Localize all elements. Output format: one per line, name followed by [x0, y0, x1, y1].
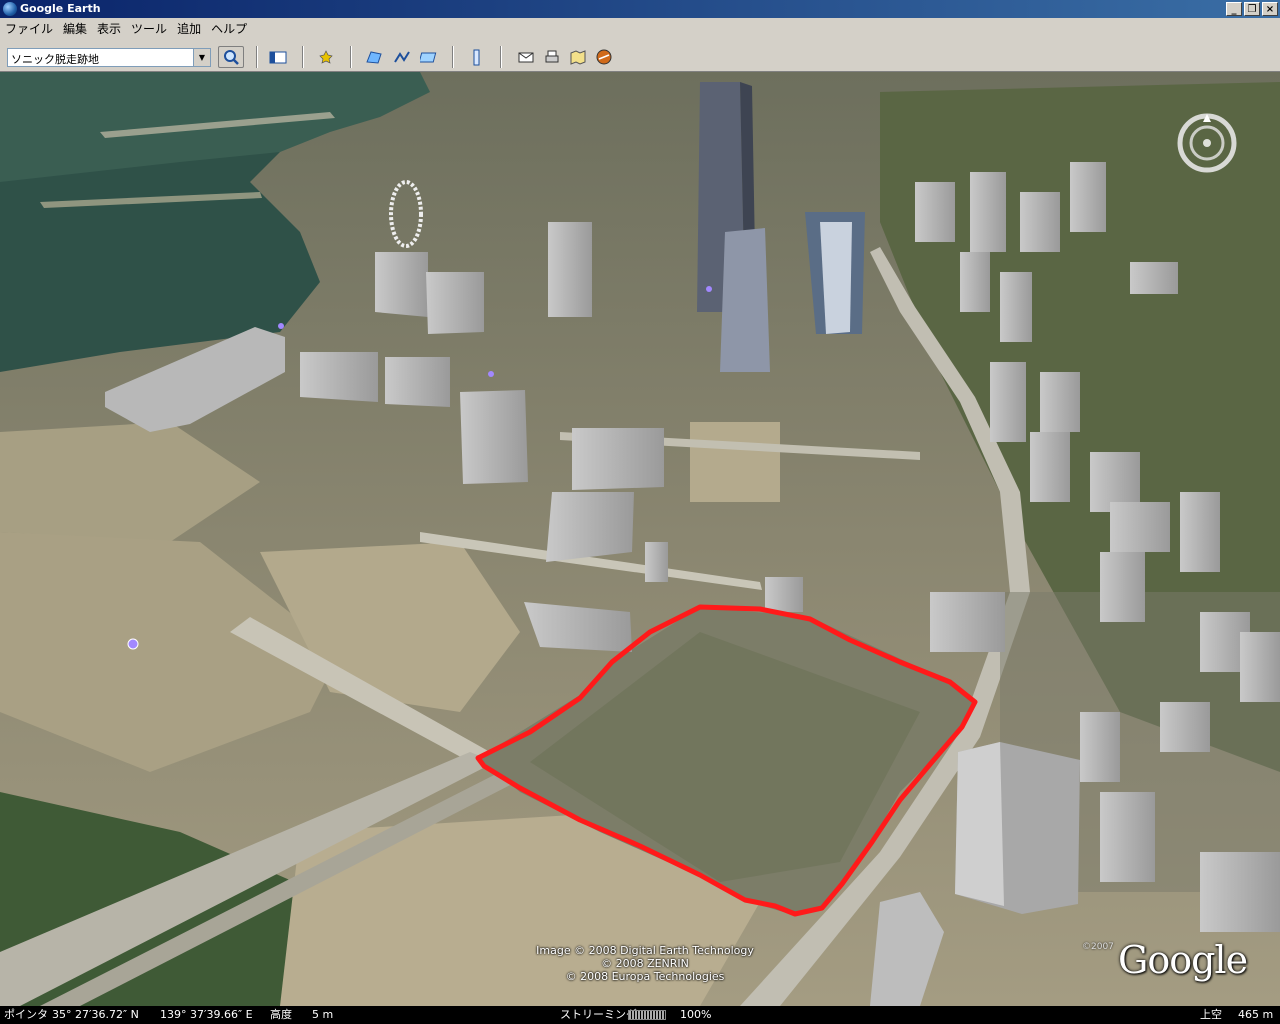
sidebar-toggle-button[interactable] [268, 48, 288, 66]
menu-file[interactable]: ファイル [0, 18, 58, 40]
ruler-icon [473, 49, 480, 66]
google-logo: Google [1118, 938, 1248, 982]
search-dropdown-button[interactable]: ▼ [193, 49, 210, 66]
ruler-button[interactable] [466, 48, 486, 66]
elevation-label: 高度 [270, 1008, 292, 1021]
streaming-progress-bar [628, 1010, 666, 1020]
menu-view[interactable]: 表示 [92, 18, 126, 40]
search-button[interactable] [218, 46, 244, 68]
copyright-year: ©2007 [1082, 942, 1114, 952]
image-overlay-icon [418, 52, 437, 63]
menu-add[interactable]: 追加 [172, 18, 206, 40]
pointer-latitude: 35° 27′36.72″ N [52, 1008, 139, 1021]
sidebar-icon [269, 51, 287, 64]
search-icon [224, 50, 239, 65]
toolbar: ソニック脱走跡地 ▼ [0, 40, 1280, 72]
google-maps-button[interactable] [568, 48, 588, 66]
imagery-attribution: Image © 2008 Digital Earth Technology © … [530, 944, 760, 983]
menu-help[interactable]: ヘルプ [206, 18, 252, 40]
email-icon [518, 52, 534, 63]
status-bar: ポインタ 35° 27′36.72″ N 139° 37′39.66″ E 高度… [0, 1006, 1280, 1024]
menu-tools[interactable]: ツール [126, 18, 172, 40]
eye-altitude-value: 465 m [1238, 1008, 1274, 1021]
menu-edit[interactable]: 編集 [58, 18, 92, 40]
path-icon [394, 51, 410, 63]
print-icon [545, 50, 559, 63]
pointer-longitude: 139° 37′39.66″ E [160, 1008, 253, 1021]
map-icon [570, 50, 586, 65]
toolbar-separator [256, 46, 258, 68]
pointer-label: ポインタ [4, 1008, 48, 1021]
email-button[interactable] [516, 48, 536, 66]
satellite-scene [0, 72, 1280, 1006]
sky-icon [596, 49, 612, 65]
add-placemark-button[interactable] [316, 48, 336, 66]
window-title: Google Earth [20, 2, 101, 15]
minimize-button[interactable]: _ [1226, 2, 1242, 16]
print-button[interactable] [542, 48, 562, 66]
earth-3d-view[interactable]: Image © 2008 Digital Earth Technology © … [0, 72, 1280, 1006]
search-input[interactable]: ソニック脱走跡地 ▼ [7, 48, 211, 67]
attribution-line-2: © 2008 ZENRIN [601, 957, 689, 970]
toolbar-separator [452, 46, 454, 68]
navigation-compass-icon[interactable] [1176, 112, 1238, 174]
search-value: ソニック脱走跡地 [11, 53, 99, 66]
google-earth-icon [3, 2, 17, 16]
streaming-label: ストリーミング [560, 1008, 637, 1021]
toolbar-separator [350, 46, 352, 68]
add-polygon-button[interactable] [364, 48, 384, 66]
add-path-button[interactable] [392, 48, 412, 66]
close-button[interactable]: × [1262, 2, 1278, 16]
attribution-line-3: © 2008 Europa Technologies [565, 970, 725, 983]
restore-button[interactable]: ❐ [1244, 2, 1260, 16]
placemark-icon [319, 50, 333, 64]
streaming-percent: 100% [680, 1008, 712, 1021]
menu-bar: ファイル 編集 表示 ツール 追加 ヘルプ [0, 18, 1280, 40]
toolbar-separator [302, 46, 304, 68]
eye-altitude-label: 上空 [1200, 1008, 1222, 1021]
sky-toggle-button[interactable] [594, 48, 614, 66]
add-image-overlay-button[interactable] [418, 48, 440, 66]
toolbar-separator [500, 46, 502, 68]
elevation-value: 5 m [312, 1008, 334, 1021]
title-bar: Google Earth _ ❐ × [0, 0, 1280, 18]
polygon-icon [366, 51, 382, 64]
attribution-line-1: Image © 2008 Digital Earth Technology [536, 944, 754, 957]
